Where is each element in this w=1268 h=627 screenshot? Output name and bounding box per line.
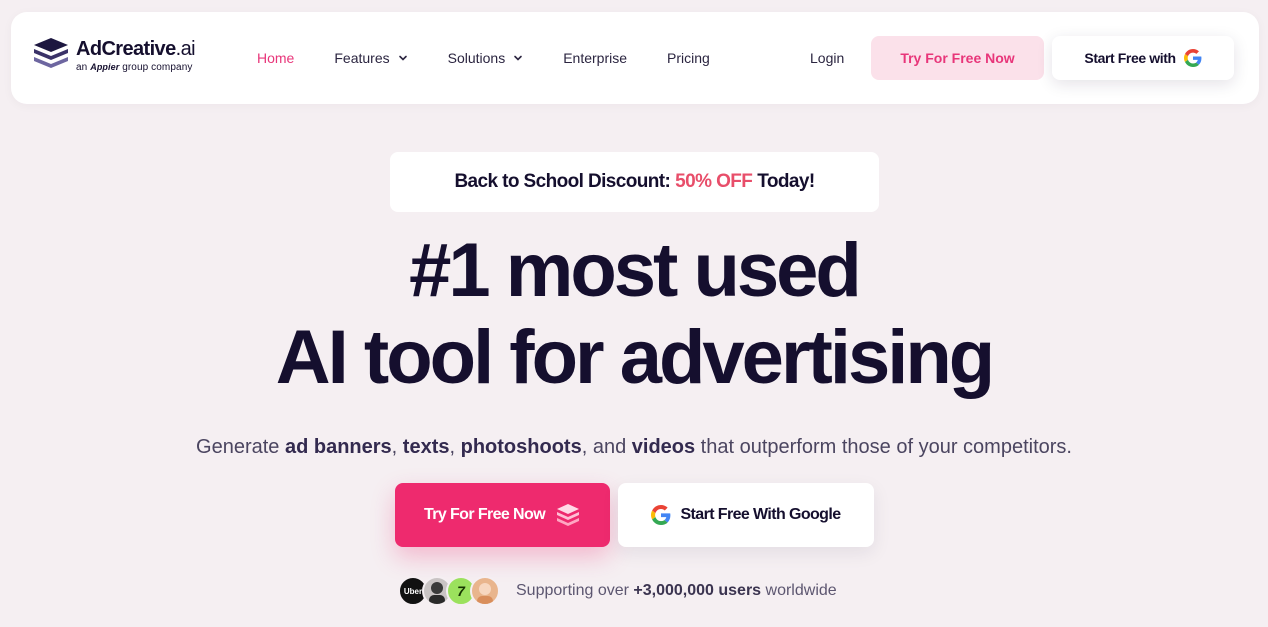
start-free-google-label: Start Free with xyxy=(1084,50,1176,66)
nav-home[interactable]: Home xyxy=(257,50,294,66)
promo-banner[interactable]: Back to School Discount: 50% OFF Today! xyxy=(390,152,879,212)
hero-subheadline: Generate ad banners, texts, photoshoots,… xyxy=(196,436,1072,458)
nav-solutions[interactable]: Solutions xyxy=(448,50,524,66)
chevron-down-icon xyxy=(514,55,523,61)
nav-enterprise[interactable]: Enterprise xyxy=(563,50,627,66)
hero-headline-line1: #1 most used xyxy=(409,228,862,313)
nav-pricing[interactable]: Pricing xyxy=(667,50,710,66)
promo-highlight: 50% OFF xyxy=(675,171,753,192)
nav-links: Home Features Solutions Enterprise Prici… xyxy=(257,12,750,104)
promo-prefix: Back to School Discount: xyxy=(454,171,671,192)
adcreative-logo-icon xyxy=(34,38,68,70)
start-free-google-button[interactable]: Start Free with xyxy=(1052,36,1234,80)
login-link[interactable]: Login xyxy=(810,50,844,66)
hero-google-button[interactable]: Start Free With Google xyxy=(618,483,874,547)
hero-try-free-label: Try For Free Now xyxy=(423,506,546,523)
hero-google-label: Start Free With Google xyxy=(680,506,841,523)
chevron-down-icon xyxy=(398,55,407,61)
hero-try-free-button[interactable]: Try For Free Now xyxy=(395,483,610,547)
social-proof: Uber 7 Supporting over +3,000,000 users … xyxy=(398,575,837,607)
google-g-icon xyxy=(651,505,671,525)
try-for-free-button[interactable]: Try For Free Now xyxy=(871,36,1044,80)
hero-headline-line2: AI tool for advertising xyxy=(275,315,995,400)
google-g-icon xyxy=(1183,49,1202,67)
nav-features[interactable]: Features xyxy=(334,50,407,66)
brand-name: AdCreative.ai xyxy=(76,38,196,60)
promo-suffix: Today! xyxy=(757,171,815,192)
brand-tagline: an Appier group company xyxy=(76,62,193,73)
social-proof-text: Supporting over +3,000,000 users worldwi… xyxy=(516,582,837,599)
brand-logo[interactable]: AdCreative.ai an Appier group company xyxy=(34,38,196,73)
cube-stack-icon xyxy=(557,504,580,526)
top-navbar: AdCreative.ai an Appier group company Ho… xyxy=(11,12,1259,104)
avatar-stack: Uber 7 xyxy=(398,576,500,606)
avatar xyxy=(470,576,500,606)
